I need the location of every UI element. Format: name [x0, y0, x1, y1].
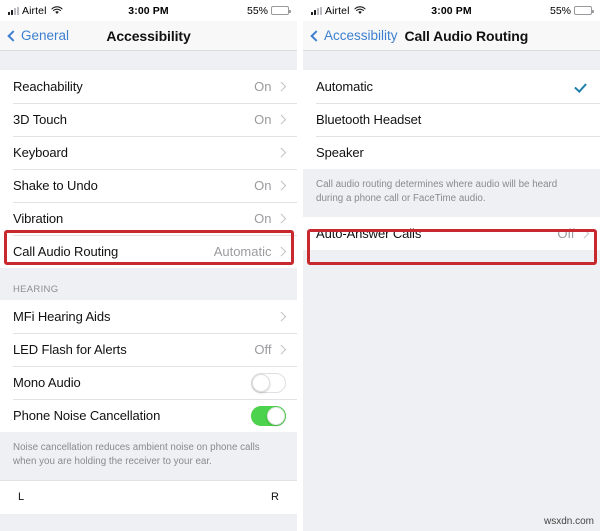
top-spacer — [0, 51, 297, 70]
right-panel-filler — [303, 249, 600, 531]
sidebar-item-reachability[interactable]: Reachability On — [0, 70, 297, 103]
battery-percent-label: 55% — [246, 4, 268, 17]
row-label: LED Flash for Alerts — [13, 342, 127, 357]
top-spacer — [303, 51, 600, 70]
screenshot-root: Airtel 3:00 PM 55% General Accessibility… — [0, 0, 600, 531]
footnote-noise-cancellation: Noise cancellation reduces ambient noise… — [0, 432, 297, 480]
nav-bar-call-audio-routing: Accessibility Call Audio Routing — [303, 21, 600, 51]
sidebar-item-auto-answer-calls[interactable]: Auto-Answer Calls Off — [303, 216, 600, 250]
row-label: Bluetooth Headset — [316, 112, 422, 127]
row-accessory: Off — [557, 226, 589, 241]
status-bar-right-group: 55% — [246, 4, 291, 17]
sidebar-item-call-audio-routing[interactable]: Call Audio Routing Automatic — [0, 235, 297, 268]
option-bluetooth-headset[interactable]: Bluetooth Headset — [303, 103, 600, 136]
sidebar-item-3d-touch[interactable]: 3D Touch On — [0, 103, 297, 136]
row-label: Vibration — [13, 211, 64, 226]
chevron-right-icon — [579, 228, 589, 238]
routing-options-group: Automatic Bluetooth Headset Speaker — [303, 70, 600, 169]
sidebar-item-led-flash-for-alerts[interactable]: LED Flash for Alerts Off — [0, 333, 297, 366]
row-accessory: On — [254, 178, 286, 193]
battery-icon — [271, 6, 291, 15]
row-label: MFi Hearing Aids — [13, 309, 111, 324]
chevron-left-icon — [7, 29, 19, 42]
sidebar-item-phone-noise-cancellation[interactable]: Phone Noise Cancellation — [0, 399, 297, 432]
back-button-label: General — [21, 28, 70, 43]
sidebar-item-mono-audio[interactable]: Mono Audio — [0, 366, 297, 399]
chevron-right-icon — [276, 344, 286, 355]
sidebar-item-keyboard[interactable]: Keyboard — [0, 136, 297, 169]
toggle-knob — [252, 373, 270, 392]
audio-balance-slider[interactable]: L R — [0, 479, 297, 514]
row-accessory — [251, 372, 286, 393]
left-phone-panel: Airtel 3:00 PM 55% General Accessibility… — [0, 0, 297, 531]
row-label: Shake to Undo — [13, 178, 98, 193]
row-value: Off — [557, 225, 575, 241]
auto-answer-group: Auto-Answer Calls Off — [303, 216, 600, 250]
chevron-right-icon — [276, 114, 286, 125]
chevron-right-icon — [276, 147, 286, 158]
row-label: Phone Noise Cancellation — [13, 408, 161, 423]
row-accessory — [272, 147, 287, 158]
right-panel-body: Automatic Bluetooth Headset Speaker Call… — [303, 51, 600, 531]
footnote-call-audio-routing: Call audio routing determines where audi… — [303, 169, 600, 217]
battery-icon — [574, 6, 594, 15]
toggle-knob — [267, 406, 285, 425]
phone-noise-cancellation-toggle[interactable] — [251, 405, 286, 426]
nav-bar-accessibility: General Accessibility — [0, 21, 297, 51]
sidebar-item-vibration[interactable]: Vibration On — [0, 202, 297, 235]
left-panel-filler — [0, 513, 297, 531]
status-bar-left: Airtel 3:00 PM 55% — [0, 0, 297, 21]
battery-percent-label: 55% — [549, 4, 571, 17]
balance-right-label: R — [271, 491, 279, 504]
chevron-right-icon — [276, 213, 286, 224]
row-value: On — [254, 211, 272, 226]
sidebar-item-mfi-hearing-aids[interactable]: MFi Hearing Aids — [0, 300, 297, 333]
back-button-accessibility[interactable]: Accessibility — [310, 28, 398, 43]
mono-audio-toggle[interactable] — [251, 372, 286, 393]
row-label: Speaker — [316, 145, 364, 160]
balance-left-label: L — [18, 491, 25, 504]
row-value: Off — [254, 342, 272, 357]
row-accessory: Automatic — [214, 244, 286, 259]
row-value: Automatic — [213, 244, 272, 259]
row-value: On — [254, 178, 272, 193]
chevron-right-icon — [276, 81, 286, 92]
row-label: 3D Touch — [13, 112, 67, 127]
checkmark-icon — [574, 81, 586, 93]
back-button-general[interactable]: General — [7, 28, 70, 43]
chevron-left-icon — [310, 29, 322, 42]
row-accessory — [272, 311, 287, 322]
row-accessory: Off — [254, 342, 286, 357]
chevron-right-icon — [276, 311, 286, 322]
row-value: On — [254, 79, 272, 94]
row-label: Reachability — [13, 79, 83, 94]
row-accessory: On — [254, 211, 286, 226]
page-title-call-audio-routing: Call Audio Routing — [404, 27, 529, 44]
chevron-right-icon — [276, 180, 286, 191]
sidebar-item-shake-to-undo[interactable]: Shake to Undo On — [0, 169, 297, 202]
row-value: On — [254, 112, 272, 127]
chevron-right-icon — [276, 246, 286, 257]
right-phone-panel: Airtel 3:00 PM 55% Accessibility Call Au… — [303, 0, 600, 531]
row-label: Keyboard — [13, 145, 68, 160]
row-accessory: On — [254, 79, 286, 94]
option-automatic[interactable]: Automatic — [303, 70, 600, 103]
interaction-settings-group: Reachability On 3D Touch On Keyboard Sha… — [0, 70, 297, 268]
option-speaker[interactable]: Speaker — [303, 136, 600, 169]
status-bar-right: Airtel 3:00 PM 55% — [303, 0, 600, 21]
row-label: Mono Audio — [13, 375, 81, 390]
row-accessory — [574, 81, 589, 93]
row-accessory — [251, 405, 286, 426]
hearing-settings-group: MFi Hearing Aids LED Flash for Alerts Of… — [0, 300, 297, 432]
back-button-label: Accessibility — [324, 28, 398, 43]
row-label: Automatic — [316, 79, 373, 94]
row-label: Auto-Answer Calls — [316, 225, 422, 241]
status-bar-right-group: 55% — [549, 4, 594, 17]
left-panel-body: Reachability On 3D Touch On Keyboard Sha… — [0, 51, 297, 531]
watermark-label: wsxdn.com — [543, 516, 594, 527]
row-label: Call Audio Routing — [13, 244, 119, 259]
section-header-hearing: HEARING — [0, 268, 297, 300]
row-accessory: On — [254, 112, 286, 127]
